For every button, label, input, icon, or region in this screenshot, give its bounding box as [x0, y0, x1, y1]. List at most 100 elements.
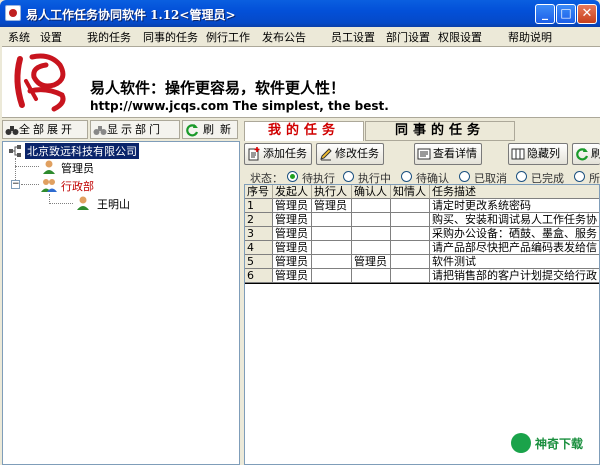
left-toolbar: 全部展开 显示部门 刷新: [2, 120, 240, 140]
table-row[interactable]: 5 管理员 管理员 软件测试: [245, 255, 599, 269]
title-bar: 易人工作任务协同软件 1.12<管理员> _ □ ✕: [0, 0, 600, 27]
cell-informed: [391, 199, 430, 213]
maximize-button[interactable]: □: [556, 4, 576, 24]
hide-column-label: 隐藏列: [527, 147, 560, 160]
details-icon: [417, 148, 431, 160]
radio-pending[interactable]: [287, 171, 298, 182]
cell-informed: [391, 227, 430, 241]
cell-initiator: 管理员: [273, 199, 312, 213]
view-detail-label: 查看详情: [433, 147, 477, 160]
menu-staff[interactable]: 员工设置: [331, 29, 375, 45]
banner-slogan: 易人软件：操作更容易，软件更人性！: [90, 79, 346, 97]
refresh-icon: [186, 124, 199, 137]
col-header-confirmer[interactable]: 确认人: [352, 185, 391, 199]
expand-all-button[interactable]: 全部展开: [2, 120, 88, 139]
user-icon: [43, 160, 55, 174]
cell-index: 3: [245, 227, 273, 241]
cell-informed: [391, 213, 430, 227]
task-tabs: 我的任务 同事的任务: [244, 121, 600, 141]
tree-node-admin[interactable]: 管理员: [61, 160, 94, 176]
show-dept-button[interactable]: 显示部门: [90, 120, 180, 139]
cell-initiator: 管理员: [273, 255, 312, 269]
action-bar: 添加任务 修改任务 查看详情 隐藏列 刷: [244, 142, 600, 166]
org-tree: 北京致远科技有限公司 管理员 − 行政部 王明山: [2, 141, 240, 465]
task-grid: 序号 发起人 执行人 确认人 知情人 任务描述 1 管理员 管理员 请定时更改系…: [244, 184, 600, 465]
app-icon[interactable]: [5, 5, 21, 21]
tree-root-company[interactable]: 北京致远科技有限公司: [25, 143, 139, 159]
binoculars-icon: [5, 126, 19, 135]
radio-completed[interactable]: [516, 171, 527, 182]
col-header-initiator[interactable]: 发起人: [273, 185, 312, 199]
table-row[interactable]: 3 管理员 采购办公设备：硒鼓、墨盒、服务: [245, 227, 599, 241]
watermark-logo-icon: [511, 433, 531, 453]
tree-collapse-toggle[interactable]: −: [11, 180, 20, 189]
table-row[interactable]: 6 管理员 请把销售部的客户计划提交给行政: [245, 269, 599, 283]
tree-node-user[interactable]: 王明山: [97, 196, 130, 212]
minimize-button[interactable]: _: [535, 4, 555, 24]
expand-all-label: 全部展开: [19, 123, 75, 136]
cell-initiator: 管理员: [273, 227, 312, 241]
tab-peer-tasks[interactable]: 同事的任务: [365, 121, 515, 141]
hide-column-icon: [511, 148, 525, 160]
table-row[interactable]: 1 管理员 管理员 请定时更改系统密码: [245, 199, 599, 213]
cell-informed: [391, 269, 430, 283]
hide-column-button[interactable]: 隐藏列: [508, 143, 568, 165]
menu-announcement[interactable]: 发布公告: [262, 29, 306, 45]
refresh-tree-button[interactable]: 刷新: [182, 120, 238, 139]
tree-connector: [49, 203, 73, 204]
view-detail-button[interactable]: 查看详情: [414, 143, 482, 165]
cell-initiator: 管理员: [273, 269, 312, 283]
cell-description: 采购办公设备：硒鼓、墨盒、服务: [430, 227, 599, 241]
user-icon: [77, 196, 89, 210]
tab-my-tasks[interactable]: 我的任务: [244, 121, 364, 141]
menu-my-tasks[interactable]: 我的任务: [87, 29, 131, 45]
radio-awaiting-confirm[interactable]: [401, 171, 412, 182]
department-icon: [41, 179, 57, 192]
menu-permissions[interactable]: 权限设置: [438, 29, 482, 45]
edit-task-button[interactable]: 修改任务: [316, 143, 384, 165]
col-header-informed[interactable]: 知情人: [391, 185, 430, 199]
close-button[interactable]: ✕: [577, 4, 597, 24]
table-row[interactable]: 4 管理员 请产品部尽快把产品编码表发给信: [245, 241, 599, 255]
radio-in-progress[interactable]: [343, 171, 354, 182]
cell-index: 4: [245, 241, 273, 255]
menu-peer-tasks[interactable]: 同事的任务: [143, 29, 198, 45]
grid-bottom-border: [245, 283, 599, 284]
company-logo-icon: [14, 53, 66, 112]
menu-settings[interactable]: 设置: [40, 29, 62, 45]
cell-executor: [312, 213, 352, 227]
cell-executor: [312, 255, 352, 269]
edit-task-label: 修改任务: [335, 147, 379, 160]
radio-all[interactable]: [574, 171, 585, 182]
col-header-executor[interactable]: 执行人: [312, 185, 352, 199]
cell-description: 请把销售部的客户计划提交给行政: [430, 269, 599, 283]
radio-cancelled[interactable]: [459, 171, 470, 182]
menu-routine[interactable]: 例行工作: [206, 29, 250, 45]
refresh-tasks-button[interactable]: 刷: [572, 143, 600, 165]
menu-department[interactable]: 部门设置: [386, 29, 430, 45]
grid-header-row: 序号 发起人 执行人 确认人 知情人 任务描述: [245, 185, 599, 199]
menu-system[interactable]: 系统: [8, 29, 30, 45]
cell-confirmer: 管理员: [352, 255, 391, 269]
col-header-index[interactable]: 序号: [245, 185, 273, 199]
cell-informed: [391, 255, 430, 269]
banner-url: http://www.jcqs.com The simplest, the be…: [90, 99, 389, 113]
col-header-description[interactable]: 任务描述: [430, 185, 599, 199]
cell-index: 6: [245, 269, 273, 283]
cell-description: 软件测试: [430, 255, 599, 269]
cell-index: 5: [245, 255, 273, 269]
watermark-text: 神奇下载: [535, 437, 584, 451]
tree-connector: [15, 166, 39, 167]
cell-confirmer: [352, 241, 391, 255]
cell-description: 请定时更改系统密码: [430, 199, 599, 213]
refresh-icon: [576, 148, 589, 161]
cell-confirmer: [352, 213, 391, 227]
tree-node-admin-dept[interactable]: 行政部: [61, 178, 94, 194]
menu-help[interactable]: 帮助说明: [508, 29, 552, 45]
cell-informed: [391, 241, 430, 255]
table-row[interactable]: 2 管理员 购买、安装和调试易人工作任务协: [245, 213, 599, 227]
edit-pencil-icon: [320, 148, 332, 161]
add-task-button[interactable]: 添加任务: [244, 143, 312, 165]
cell-executor: [312, 241, 352, 255]
show-dept-label: 显示部门: [107, 123, 163, 136]
